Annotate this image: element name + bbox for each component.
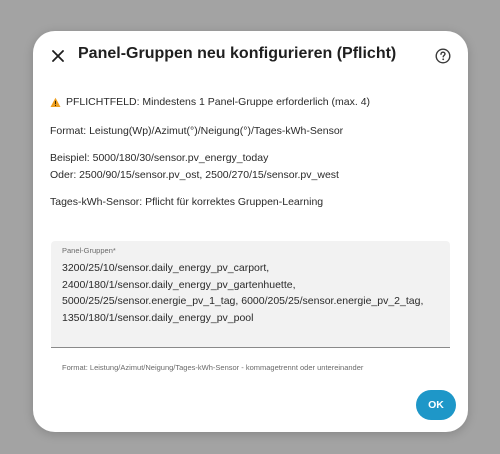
field-helper-text: Format: Leistung/Azimut/Neigung/Tages-kW… [62, 363, 364, 372]
warning-icon [50, 97, 61, 108]
help-button[interactable] [432, 45, 454, 67]
warning-line: PFLICHTFELD: Mindestens 1 Panel-Gruppe e… [50, 95, 370, 110]
example-text-2: Oder: 2500/90/15/sensor.pv_ost, 2500/270… [50, 169, 339, 181]
textarea-label: Panel-Gruppen* [62, 246, 116, 255]
warning-text: PFLICHTFELD: Mindestens 1 Panel-Gruppe e… [66, 96, 371, 108]
help-circle-icon [435, 48, 451, 64]
format-text: Format: Leistung(Wp)/Azimut(°)/Neigung(°… [50, 125, 344, 137]
dialog-header: Panel-Gruppen neu konfigurieren (Pflicht… [33, 31, 468, 81]
panel-groups-textarea[interactable]: Panel-Gruppen* 3200/25/10/sensor.daily_e… [51, 241, 450, 348]
close-button[interactable] [47, 45, 69, 67]
daily-sensor-text: Tages-kWh-Sensor: Pflicht für korrektes … [50, 196, 324, 208]
config-dialog: Panel-Gruppen neu konfigurieren (Pflicht… [33, 31, 468, 432]
textarea-value[interactable]: 3200/25/10/sensor.daily_energy_pv_carpor… [62, 260, 444, 326]
dialog-title: Panel-Gruppen neu konfigurieren (Pflicht… [78, 45, 397, 62]
ok-button[interactable]: OK [416, 390, 456, 420]
close-icon [52, 50, 64, 62]
example-text-1: Beispiel: 5000/180/30/sensor.pv_energy_t… [50, 152, 269, 164]
